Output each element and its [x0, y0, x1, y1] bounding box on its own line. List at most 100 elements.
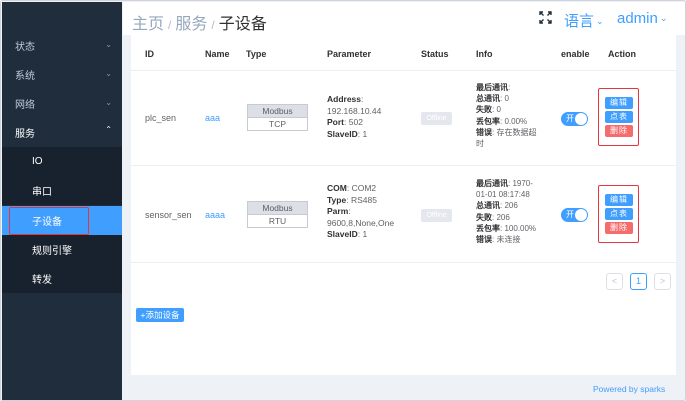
add-device-button[interactable]: +添加设备: [136, 308, 184, 322]
breadcrumb-services[interactable]: 服务: [175, 16, 207, 33]
param-line: Parm:: [327, 206, 351, 216]
param-line: 192.168.10.44: [327, 105, 382, 116]
protocol-name: Modbus: [248, 202, 307, 215]
device-parameters: COM: COM2 Type: RS485 Parm: 9600,8,None,…: [327, 183, 394, 241]
info-line: 丢包率: 0.00%: [476, 116, 528, 126]
enable-toggle[interactable]: 开: [561, 208, 588, 222]
point-table-button[interactable]: 点表: [605, 111, 633, 123]
param-line: SlaveID: 1: [327, 229, 368, 239]
row-divider: [131, 70, 676, 71]
chevron-down-icon: ⌄: [659, 13, 668, 23]
device-id: sensor_sen: [145, 210, 192, 220]
footer-credit[interactable]: Powered by sparks: [593, 384, 665, 394]
row-divider: [131, 165, 676, 166]
sidebar-item-status[interactable]: 状态 ⌄: [2, 31, 122, 60]
sidebar-item-system[interactable]: 系统 ⌄: [2, 60, 122, 89]
param-line: COM: COM2: [327, 183, 377, 193]
delete-button[interactable]: 删除: [605, 222, 633, 234]
info-line: 最后通讯: 1970-: [476, 179, 533, 188]
info-line: 总通讯: 0: [476, 94, 509, 104]
row-divider: [131, 262, 676, 263]
prev-page-button[interactable]: <: [606, 273, 623, 290]
sidebar-item-label: 串口: [32, 187, 52, 198]
info-line: 失败: 206: [476, 212, 510, 222]
sidebar-item-label: IO: [32, 156, 43, 167]
action-group: 编辑 点表 删除: [598, 88, 639, 146]
breadcrumb-current: 子设备: [218, 16, 267, 33]
protocol-mode: TCP: [248, 118, 307, 130]
param-line: Type: RS485: [327, 194, 377, 205]
chevron-down-icon: ⌄: [105, 98, 112, 107]
sidebar-item-label: 规则引擎: [32, 246, 72, 257]
page-number-button[interactable]: 1: [630, 273, 647, 290]
device-id: plc_sen: [145, 113, 177, 123]
device-name-link[interactable]: aaa: [205, 113, 220, 123]
info-line: 错误: 存在数据超: [476, 127, 537, 137]
fullscreen-icon[interactable]: [539, 11, 552, 24]
column-header-action: Action: [608, 49, 636, 59]
sidebar-subitem-rule-engine[interactable]: 规则引擎: [2, 235, 122, 264]
protocol-badge: Modbus RTU: [247, 201, 308, 228]
device-info: 最后通讯: 1970- 01-01 08:17:48 总通讯: 206 失败: …: [476, 178, 536, 245]
chevron-up-icon: ⌃: [105, 125, 112, 134]
column-header-id: ID: [145, 49, 154, 59]
device-info: 最后通讯: 总通讯: 0 失败: 0 丢包率: 0.00% 错误: 存在数据超 …: [476, 82, 536, 149]
column-header-name: Name: [205, 49, 230, 59]
enable-toggle[interactable]: 开: [561, 112, 588, 126]
breadcrumb: 主页 / 服务 / 子设备: [132, 10, 267, 34]
language-label: 语言: [564, 13, 595, 30]
protocol-badge: Modbus TCP: [247, 104, 308, 131]
sidebar-subitem-serial[interactable]: 串口: [2, 176, 122, 205]
column-header-info: Info: [476, 49, 493, 59]
sidebar-item-label: 服务: [15, 129, 35, 140]
language-dropdown[interactable]: 语言 ⌄: [564, 10, 604, 31]
device-name-link[interactable]: aaaa: [205, 210, 225, 220]
edit-button[interactable]: 编辑: [605, 97, 633, 109]
user-name: admin: [617, 10, 658, 27]
param-line: 9600,8,None,One: [327, 217, 395, 228]
breadcrumb-separator: /: [168, 18, 172, 32]
sidebar-subitem-forward[interactable]: 转发: [2, 264, 122, 293]
toggle-label: 开: [566, 210, 574, 219]
info-line: 失败: 0: [476, 105, 501, 115]
breadcrumb-separator: /: [211, 18, 215, 32]
column-header-status: Status: [421, 49, 449, 59]
edit-button[interactable]: 编辑: [605, 194, 633, 206]
delete-button[interactable]: 删除: [605, 125, 633, 137]
sidebar-item-network[interactable]: 网络 ⌄: [2, 89, 122, 118]
sidebar-item-services[interactable]: 服务 ⌃: [2, 118, 122, 147]
action-group: 编辑 点表 删除: [598, 185, 639, 243]
device-parameters: Address: 192.168.10.44 Port: 502 SlaveID…: [327, 94, 381, 140]
status-badge: Offline: [421, 209, 452, 222]
sidebar-item-label: 网络: [15, 100, 35, 111]
sidebar-item-label: 转发: [32, 275, 52, 286]
breadcrumb-home[interactable]: 主页: [132, 16, 164, 33]
column-header-parameter: Parameter: [327, 49, 372, 59]
sidebar-subitem-io[interactable]: IO: [2, 147, 122, 176]
param-line: Port: 502: [327, 117, 363, 127]
column-header-type: Type: [246, 49, 267, 59]
info-line: 最后通讯:: [476, 83, 511, 92]
protocol-mode: RTU: [248, 215, 307, 227]
point-table-button[interactable]: 点表: [605, 208, 633, 220]
next-page-button[interactable]: >: [654, 273, 671, 290]
sidebar: 状态 ⌄ 系统 ⌄ 网络 ⌄ 服务 ⌃ IO 串口 子设备 规则引擎 转发: [2, 2, 122, 400]
chevron-down-icon: ⌄: [596, 16, 604, 26]
chevron-down-icon: ⌄: [105, 40, 112, 49]
sidebar-item-label: 系统: [15, 71, 35, 82]
chevron-down-icon: ⌄: [105, 69, 112, 78]
toggle-knob: [575, 113, 587, 125]
info-line: 总通讯: 206: [476, 201, 518, 211]
sidebar-item-label: 状态: [15, 42, 35, 53]
info-line: 丢包率: 100.00%: [476, 223, 537, 233]
info-line: 01-01 08:17:48: [476, 190, 530, 200]
highlight-box: [9, 207, 89, 235]
device-panel: ID Name Type Parameter Status Info enabl…: [131, 34, 676, 375]
info-line: 时: [476, 139, 484, 149]
status-badge: Offline: [421, 112, 452, 125]
column-header-enable: enable: [561, 49, 590, 59]
toggle-knob: [575, 209, 587, 221]
app-window: 状态 ⌄ 系统 ⌄ 网络 ⌄ 服务 ⌃ IO 串口 子设备 规则引擎 转发 主页…: [0, 0, 686, 401]
user-menu[interactable]: admin ⌄: [617, 10, 667, 27]
toggle-label: 开: [566, 114, 574, 123]
